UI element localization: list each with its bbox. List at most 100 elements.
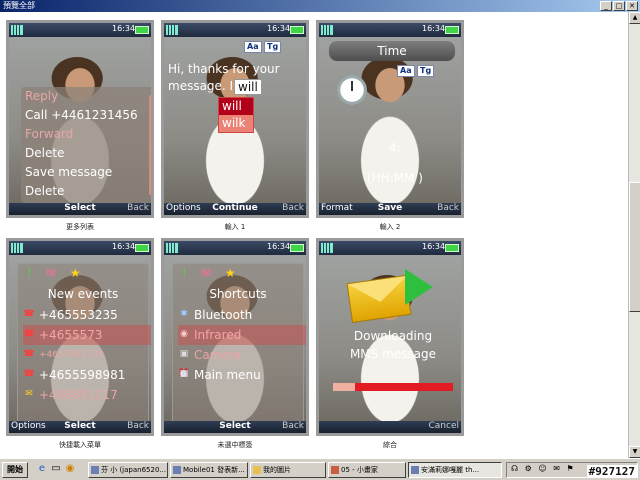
alert-icon[interactable]: !: [182, 265, 187, 281]
caption-more-list: 更多列表: [66, 223, 94, 231]
menu-item-save-message[interactable]: Save message: [21, 163, 151, 182]
t9-badge: Tg: [264, 41, 282, 53]
menu-item-call[interactable]: Call +4461231456: [21, 106, 151, 125]
softkey-bar: Format Save Back: [319, 203, 461, 215]
events-list: ☎ +465553235 ☎ +4655573 ☎ +4655591530 ☎ +465…: [23, 305, 151, 405]
status-clock: 16:34: [267, 24, 291, 33]
tab-icons: ! ✉ ★: [21, 265, 145, 281]
status-clock: 16:34: [422, 24, 446, 33]
menu-item-delete[interactable]: Delete: [21, 144, 151, 163]
softkey-bar: Cancel: [319, 421, 461, 433]
softkey-back[interactable]: Back: [282, 421, 304, 431]
list-item-label: +468851217: [39, 388, 118, 402]
close-button[interactable]: ✕: [626, 1, 638, 11]
phone-screen-more-list[interactable]: 16:34 Reply Call +4461231456 Forward Del…: [6, 20, 154, 218]
battery-icon: [135, 26, 149, 34]
battery-icon: [290, 244, 304, 252]
star-icon[interactable]: ★: [70, 265, 81, 281]
time-input[interactable]: 4:: [389, 141, 401, 155]
text-case-badge: Aa: [397, 65, 415, 77]
status-clock: 16:34: [112, 242, 136, 251]
taskbar-item-label: Mobile01 發表新...: [183, 466, 245, 474]
camera-icon: ▣: [179, 349, 189, 359]
start-button[interactable]: 開始: [2, 462, 28, 478]
minimize-button[interactable]: _: [600, 1, 612, 11]
list-item[interactable]: ▣ Camera: [178, 345, 306, 365]
softkey-bar: Select Back: [164, 421, 306, 433]
phone-screen-new-events[interactable]: 16:34 ! ✉ ★ New events ☎ +465553235 ☎ +465…: [6, 238, 154, 436]
list-item[interactable]: ☎ +4655598981: [23, 365, 151, 385]
signal-icon: [11, 25, 23, 35]
taskbar-item-label: 安滿莉娜嘎麗 th...: [421, 466, 480, 474]
softkey-bar: Options Continue Back: [164, 203, 306, 215]
menu-item-reply[interactable]: Reply: [21, 87, 151, 106]
caption-downloading: 綜合: [383, 441, 397, 449]
list-item[interactable]: ✉ +468851217: [23, 385, 151, 405]
message-icon[interactable]: ✉: [46, 265, 56, 281]
taskbar-item[interactable]: 芬 小 (japan6520...: [88, 462, 168, 478]
phone-screen-shortcuts[interactable]: 16:34 ! ✉ ★ Shortcuts ✱ Bluetooth ◉ Infrar…: [161, 238, 309, 436]
menu-item-forward[interactable]: Forward: [21, 125, 151, 144]
softkey-back[interactable]: Back: [127, 421, 149, 431]
shortcuts-list: ✱ Bluetooth ◉ Infrared ▣ Camera ⏰ ▦ Main men…: [178, 305, 306, 385]
list-item[interactable]: ☎ +4655591530: [23, 345, 151, 365]
status-clock: 16:34: [422, 242, 446, 251]
alert-icon[interactable]: !: [27, 265, 32, 281]
suggestion-item[interactable]: will: [219, 98, 253, 115]
list-item-label: +4655573: [39, 328, 103, 342]
list-item[interactable]: ☎ +465553235: [23, 305, 151, 325]
scroll-up-icon[interactable]: ▲: [629, 12, 640, 24]
softkey-cancel[interactable]: Cancel: [429, 421, 460, 431]
list-item-label: +465553235: [39, 308, 118, 322]
window-controls: _ □ ✕: [600, 1, 638, 11]
folder-icon: [253, 466, 261, 474]
softkey-back[interactable]: Back: [437, 203, 459, 213]
app-icon: [173, 466, 181, 474]
missed-call-icon: ☎: [23, 369, 35, 379]
taskbar-item[interactable]: Mobile01 發表新...: [170, 462, 248, 478]
maximize-button[interactable]: □: [613, 1, 625, 11]
send-arrow-icon: [405, 269, 433, 305]
tray-icons[interactable]: ☊ ⚙ ☺ ✉ ⚑: [511, 464, 576, 473]
window-title: 預覽全部: [3, 1, 35, 10]
ie-icon[interactable]: e: [36, 463, 48, 475]
status-bar: 16:34: [319, 241, 461, 255]
clock-icon: [337, 75, 367, 105]
watermark-id: #927127: [586, 465, 637, 478]
menu-item-delete-2[interactable]: Delete: [21, 182, 151, 201]
preview-area: 16:34 Reply Call +4461231456 Forward Del…: [0, 12, 628, 458]
status-line: MMS message: [349, 347, 437, 361]
signal-icon: [166, 243, 178, 253]
infrared-icon: ◉: [180, 329, 188, 339]
options-menu: Reply Call +4461231456 Forward Delete Sa…: [21, 87, 151, 203]
softkey-back[interactable]: Back: [127, 203, 149, 213]
phone-screen-input-1[interactable]: 16:34 Aa Tg Hi, thanks for your message.…: [161, 20, 309, 218]
current-word[interactable]: will: [234, 79, 262, 95]
taskbar-item-active[interactable]: 安滿莉娜嘎麗 th...: [408, 462, 502, 478]
suggestion-item[interactable]: wilk: [219, 115, 253, 132]
progress-fill: [354, 383, 453, 391]
scroll-down-icon[interactable]: ▼: [629, 446, 640, 458]
list-item[interactable]: ☎ +4655573: [23, 325, 151, 345]
scroll-thumb[interactable]: [629, 182, 640, 312]
t9-badge: Tg: [417, 65, 435, 77]
caption-input-1: 輸入 1: [224, 223, 246, 231]
list-item[interactable]: ✱ Bluetooth: [178, 305, 306, 325]
message-icon[interactable]: ✉: [201, 265, 211, 281]
list-item[interactable]: ◉ Infrared: [178, 325, 306, 345]
taskbar-item[interactable]: 我的圖片: [250, 462, 326, 478]
list-item[interactable]: ▦ Main menu: [178, 365, 306, 385]
vertical-scrollbar[interactable]: ▲ ▼: [628, 12, 640, 458]
softkey-back[interactable]: Back: [282, 203, 304, 213]
phone-screen-input-2[interactable]: 16:34 Time Aa Tg 4: (HH:MM ) Format Save…: [316, 20, 464, 218]
signal-icon: [321, 25, 333, 35]
desktop-icon[interactable]: ▭: [50, 463, 62, 475]
star-icon[interactable]: ★: [225, 265, 236, 281]
list-item-label: +4655591530: [39, 350, 104, 360]
phone-screen-downloading[interactable]: 16:34 Downloading MMS message Cancel: [316, 238, 464, 436]
media-icon[interactable]: ◉: [64, 463, 76, 475]
window-titlebar[interactable]: 預覽全部 _ □ ✕: [0, 0, 640, 12]
battery-icon: [135, 244, 149, 252]
taskbar-item[interactable]: 05 - 小畫家: [328, 462, 406, 478]
menu-scrollbar[interactable]: [149, 95, 151, 195]
